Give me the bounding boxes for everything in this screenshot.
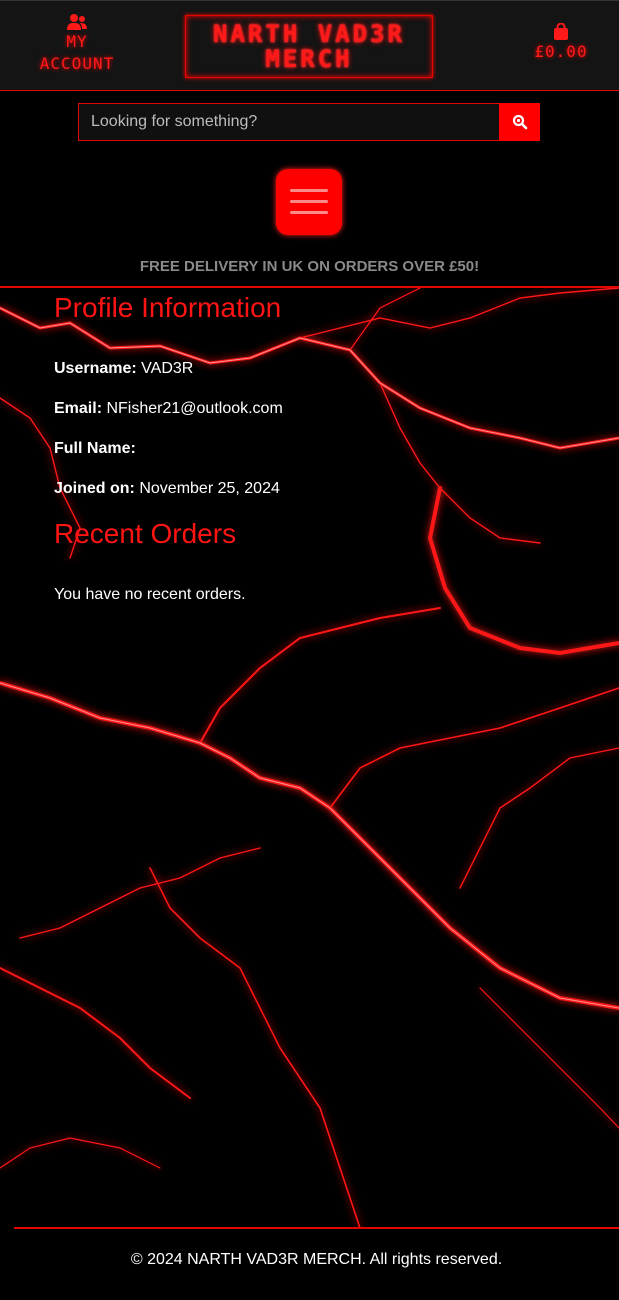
copyright-text: © 2024 NARTH VAD3R MERCH. All rights res… (130, 1251, 503, 1268)
email-row: Email: NFisher21@outlook.com (54, 399, 283, 419)
search-input[interactable] (78, 103, 500, 141)
site-logo[interactable]: NARTH VAD3R MERCH (185, 15, 433, 78)
account-label-bottom: ACCOUNT (39, 54, 115, 73)
users-icon (67, 14, 87, 30)
fullname-row: Full Name: (54, 439, 136, 459)
search-form (78, 103, 540, 141)
username-row: Username: VAD3R (54, 359, 193, 379)
recent-orders-title: Recent Orders (54, 518, 237, 549)
email-label: Email: (54, 400, 103, 417)
fullname-label: Full Name: (54, 440, 136, 457)
magnifier-icon (512, 114, 527, 130)
username-label: Username: (54, 360, 137, 377)
logo-line-2: MERCH (265, 45, 353, 73)
account-label-top: MY (66, 32, 88, 51)
profile-title: Profile Information (54, 292, 282, 323)
email-value: NFisher21@outlook.com (106, 400, 283, 417)
lightning-background (0, 288, 619, 1228)
site-footer: © 2024 NARTH VAD3R MERCH. All rights res… (14, 1227, 619, 1300)
logo-line-1: NARTH VAD3R (213, 20, 405, 48)
delivery-banner: FREE DELIVERY IN UK ON ORDERS OVER £50! (139, 258, 480, 275)
shopping-bag-icon (554, 23, 568, 40)
search-button[interactable] (499, 103, 540, 141)
my-account-link[interactable]: MY ACCOUNT (28, 13, 126, 75)
joined-row: Joined on: November 25, 2024 (54, 479, 280, 499)
hamburger-icon[interactable] (276, 169, 342, 235)
site-header: MY ACCOUNT NARTH VAD3R MERCH £0.00 (0, 0, 619, 91)
username-value: VAD3R (141, 360, 194, 377)
cart-total: £0.00 (534, 42, 588, 61)
no-orders-message: You have no recent orders. (54, 586, 246, 603)
joined-value: November 25, 2024 (139, 480, 280, 497)
joined-label: Joined on: (54, 480, 135, 497)
cart-link[interactable]: £0.00 (528, 23, 594, 61)
